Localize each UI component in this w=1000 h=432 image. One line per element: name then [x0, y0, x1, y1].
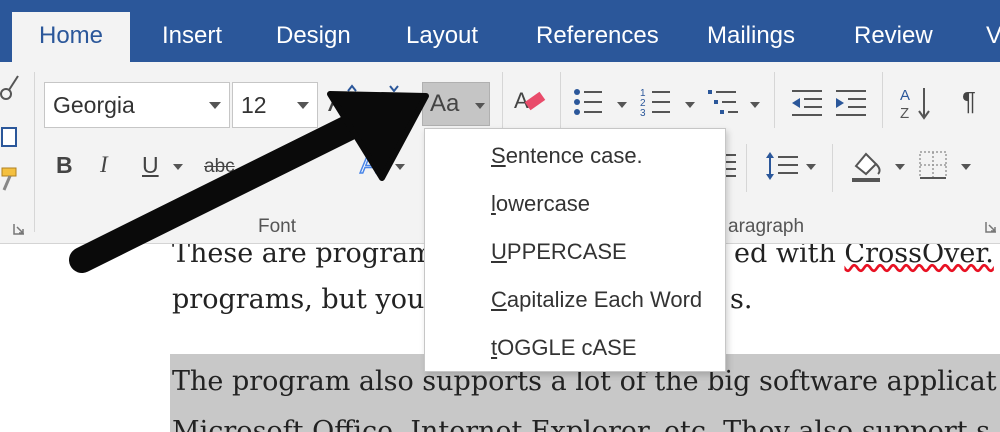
- bold-button[interactable]: B: [56, 152, 73, 179]
- chevron-down-icon[interactable]: [685, 102, 695, 108]
- doc-line-2: programs, but you: [172, 284, 424, 315]
- menu-item-label: OGGLE cASE: [497, 335, 637, 360]
- font-group-label: Font: [258, 216, 297, 237]
- menu-item-uppercase[interactable]: UPPERCASE: [491, 239, 627, 265]
- mnemonic: S: [491, 143, 506, 168]
- grow-caret-icon: [347, 84, 357, 92]
- menu-item-sentence-case[interactable]: Sentence case.: [491, 143, 643, 169]
- italic-button[interactable]: I: [100, 152, 108, 178]
- text-effects-button[interactable]: A: [359, 147, 379, 180]
- chevron-down-icon[interactable]: [961, 164, 971, 170]
- list-indent-separator: [774, 72, 775, 128]
- bullets-icon[interactable]: [572, 86, 612, 120]
- shrink-caret-icon: [389, 85, 399, 92]
- menu-item-label: entence case.: [505, 143, 643, 168]
- justify-icon[interactable]: [726, 152, 738, 182]
- menu-item-capitalize-each-word[interactable]: Capitalize Each Word: [491, 287, 702, 313]
- chevron-down-icon[interactable]: [806, 164, 816, 170]
- chevron-down-icon[interactable]: [209, 102, 221, 109]
- change-case-menu: Sentence case. lowercase UPPERCASE Capit…: [424, 128, 726, 372]
- tab-review[interactable]: Review: [854, 22, 933, 50]
- shading-icon[interactable]: [848, 148, 888, 184]
- numbering-icon[interactable]: 1 2 3: [640, 86, 680, 120]
- misspelled-word[interactable]: CrossOver.: [844, 244, 993, 269]
- shrink-font-button[interactable]: A: [378, 94, 393, 120]
- doc-line-2-left: programs, but you: [172, 284, 425, 315]
- chevron-down-icon: [475, 103, 485, 109]
- paragraph-launcher-icon[interactable]: [984, 220, 998, 234]
- clipboard-launcher-icon[interactable]: [12, 222, 26, 236]
- menu-item-toggle-case[interactable]: tOGGLE cASE: [491, 335, 637, 361]
- doc-line-2-right-text: s.: [730, 284, 753, 315]
- svg-text:3: 3: [640, 108, 646, 119]
- decrease-indent-icon[interactable]: [790, 88, 824, 118]
- indent-sort-separator: [882, 72, 883, 128]
- tab-home[interactable]: Home: [12, 12, 130, 62]
- line-spacing-icon[interactable]: [764, 150, 800, 182]
- clear-formatting-icon[interactable]: A: [512, 84, 548, 120]
- doc-line-1: These are program: [172, 244, 434, 269]
- tab-design[interactable]: Design: [276, 22, 351, 50]
- chevron-down-icon[interactable]: [173, 164, 183, 170]
- tab-view[interactable]: V: [986, 22, 1000, 50]
- tab-insert[interactable]: Insert: [162, 22, 222, 50]
- font-size-value: 12: [241, 92, 267, 118]
- doc-line-2-right: s.: [730, 284, 752, 315]
- tab-layout[interactable]: Layout: [406, 22, 478, 50]
- align-spacing-separator: [746, 144, 747, 192]
- chevron-down-icon[interactable]: [617, 102, 627, 108]
- tab-references[interactable]: References: [536, 22, 659, 50]
- strikethrough-button[interactable]: abc: [204, 156, 235, 178]
- mnemonic: C: [491, 287, 507, 312]
- copy-icon[interactable]: [0, 124, 20, 150]
- chevron-down-icon[interactable]: [297, 102, 309, 109]
- show-formatting-marks-button[interactable]: ¶: [962, 86, 976, 117]
- svg-text:A: A: [900, 87, 910, 104]
- spacing-shading-separator: [832, 144, 833, 192]
- menu-item-label: owercase: [495, 191, 591, 216]
- clipboard-separator: [34, 72, 35, 232]
- chevron-down-icon[interactable]: [895, 164, 905, 170]
- svg-text:Z: Z: [900, 105, 909, 122]
- doc-line-4: Microsoft Office, Internet Explorer, etc…: [172, 416, 991, 432]
- chevron-down-icon[interactable]: [750, 102, 760, 108]
- doc-line-1-left: These are program: [172, 244, 434, 269]
- menu-item-label: PPERCASE: [506, 239, 627, 264]
- format-painter-icon[interactable]: [0, 166, 20, 192]
- underline-button[interactable]: U: [142, 152, 159, 179]
- change-case-button[interactable]: Aa: [422, 82, 490, 126]
- change-case-label: Aa: [430, 90, 460, 117]
- multilevel-list-icon[interactable]: [706, 86, 746, 120]
- subscript-button[interactable]: x: [253, 154, 264, 178]
- menu-item-label: apitalize Each Word: [506, 287, 703, 312]
- mnemonic: U: [491, 239, 507, 264]
- tab-mailings[interactable]: Mailings: [707, 22, 795, 50]
- ribbon-tab-bar: Home Insert Design Layout References Mai…: [0, 0, 1000, 62]
- svg-text:A: A: [514, 88, 529, 113]
- grow-font-button[interactable]: A: [328, 86, 347, 118]
- font-name-value: Georgia: [53, 92, 135, 118]
- paragraph-group-label: aragraph: [728, 216, 805, 237]
- increase-indent-icon[interactable]: [834, 88, 868, 118]
- cut-icon[interactable]: [0, 74, 20, 104]
- doc-line-1-right: ed with CrossOver.: [734, 244, 994, 269]
- doc-line-1-right-text: ed with: [734, 244, 845, 269]
- menu-item-lowercase[interactable]: lowercase: [491, 191, 590, 217]
- sort-icon[interactable]: A Z: [898, 84, 934, 122]
- chevron-down-icon[interactable]: [395, 164, 405, 170]
- font-name-combo[interactable]: Georgia: [44, 82, 230, 128]
- font-size-combo[interactable]: 12: [232, 82, 318, 128]
- borders-icon[interactable]: [918, 150, 950, 182]
